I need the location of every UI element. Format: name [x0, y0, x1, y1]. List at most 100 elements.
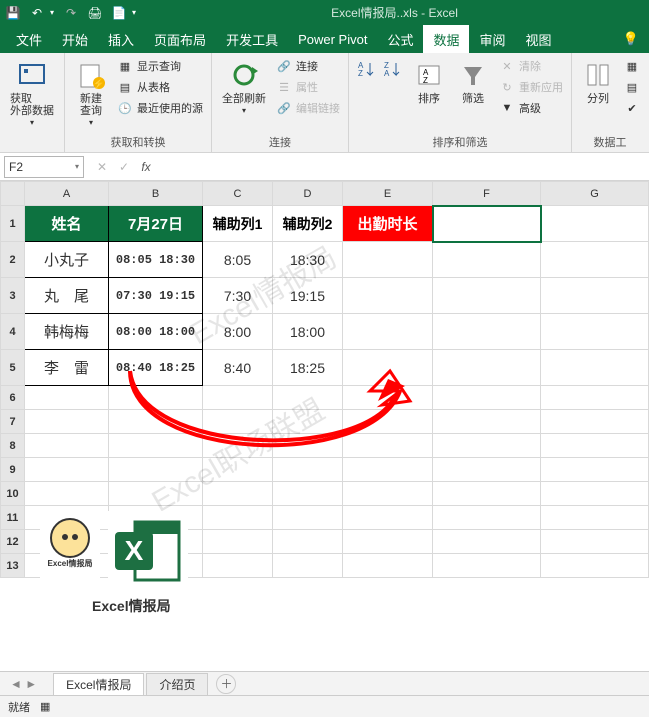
new-query-button[interactable]: ⚡ 新建 查询 ▾ [71, 57, 111, 130]
add-sheet-button[interactable]: ＋ [216, 674, 236, 694]
from-table-button[interactable]: ▤ 从表格 [115, 78, 205, 96]
cell[interactable] [343, 278, 433, 314]
cell[interactable]: 出勤时长 [343, 206, 433, 242]
name-box-caret-icon[interactable]: ▾ [75, 162, 79, 171]
cell[interactable] [343, 242, 433, 278]
select-all-corner[interactable] [1, 182, 25, 206]
cell[interactable] [343, 554, 433, 578]
cell[interactable] [203, 482, 273, 506]
cell[interactable] [433, 410, 541, 434]
cell[interactable] [541, 410, 649, 434]
cell[interactable] [25, 434, 109, 458]
tab-developer[interactable]: 开发工具 [216, 25, 288, 53]
tab-home[interactable]: 开始 [52, 25, 98, 53]
sort-button[interactable]: AZ 排序 [409, 57, 449, 107]
undo-caret-icon[interactable]: ▾ [50, 8, 54, 17]
cell[interactable] [203, 386, 273, 410]
cell[interactable] [541, 554, 649, 578]
cell[interactable]: 韩梅梅 [25, 314, 109, 350]
cell[interactable] [343, 386, 433, 410]
show-queries-button[interactable]: ▦ 显示查询 [115, 57, 205, 75]
cell[interactable] [273, 482, 343, 506]
row-header[interactable]: 3 [1, 278, 25, 314]
cell[interactable] [273, 530, 343, 554]
col-header[interactable]: E [343, 182, 433, 206]
refresh-all-button[interactable]: 全部刷新 ▾ [218, 57, 270, 118]
cell[interactable] [203, 506, 273, 530]
cell[interactable] [273, 386, 343, 410]
clear-filter-button[interactable]: ✕ 清除 [497, 57, 565, 75]
recent-sources-button[interactable]: 🕒 最近使用的源 [115, 99, 205, 117]
cell[interactable] [541, 206, 649, 242]
row-header[interactable]: 4 [1, 314, 25, 350]
row-header[interactable]: 13 [1, 554, 25, 578]
cell[interactable]: 19:15 [273, 278, 343, 314]
col-header[interactable]: G [541, 182, 649, 206]
cell[interactable] [25, 386, 109, 410]
col-header[interactable]: D [273, 182, 343, 206]
cell[interactable] [541, 434, 649, 458]
cell[interactable]: 08:00 18:00 [109, 314, 203, 350]
col-header[interactable]: B [109, 182, 203, 206]
formula-input[interactable] [162, 156, 649, 178]
filter-button[interactable]: 筛选 [453, 57, 493, 107]
tab-insert[interactable]: 插入 [98, 25, 144, 53]
tab-powerpivot[interactable]: Power Pivot [288, 25, 377, 53]
redo-icon[interactable]: ↷ [64, 6, 78, 20]
cell[interactable] [273, 554, 343, 578]
cell[interactable] [343, 530, 433, 554]
cell[interactable]: 辅助列2 [273, 206, 343, 242]
advanced-filter-button[interactable]: ▼ 高级 [497, 99, 565, 117]
cell[interactable] [433, 314, 541, 350]
cell[interactable] [343, 506, 433, 530]
cell[interactable] [343, 350, 433, 386]
col-header[interactable]: F [433, 182, 541, 206]
connections-button[interactable]: 🔗 连接 [274, 57, 342, 75]
qat-extra2-icon[interactable]: 📄 [112, 6, 126, 20]
cell[interactable]: 8:00 [203, 314, 273, 350]
undo-icon[interactable]: ↶ [30, 6, 44, 20]
cell[interactable] [433, 530, 541, 554]
cell[interactable] [433, 482, 541, 506]
cell[interactable] [541, 458, 649, 482]
sheet-tab-active[interactable]: Excel情报局 [53, 673, 144, 695]
sort-asc-button[interactable]: AZ [355, 57, 379, 81]
cell[interactable] [433, 278, 541, 314]
cell[interactable] [203, 458, 273, 482]
tab-page-layout[interactable]: 页面布局 [144, 25, 216, 53]
qat-extra1-icon[interactable]: 🖨 [88, 6, 102, 20]
cell[interactable]: 辅助列1 [203, 206, 273, 242]
cell[interactable]: 18:00 [273, 314, 343, 350]
cell[interactable] [203, 554, 273, 578]
cell[interactable]: 7月27日 [109, 206, 203, 242]
tab-review[interactable]: 审阅 [469, 25, 515, 53]
cell[interactable] [433, 458, 541, 482]
cell[interactable] [273, 434, 343, 458]
cell[interactable] [433, 434, 541, 458]
cell[interactable]: 8:05 [203, 242, 273, 278]
cell[interactable] [109, 458, 203, 482]
row-header[interactable]: 6 [1, 386, 25, 410]
cell[interactable]: 18:25 [273, 350, 343, 386]
cell[interactable] [433, 206, 541, 242]
name-box[interactable]: F2 ▾ [4, 156, 84, 178]
edit-links-button[interactable]: 🔗 编辑链接 [274, 99, 342, 117]
tell-me-icon[interactable]: 💡 [613, 25, 649, 53]
row-header[interactable]: 8 [1, 434, 25, 458]
cell[interactable] [343, 434, 433, 458]
get-external-data-button[interactable]: 获取 外部数据 ▾ [6, 57, 58, 130]
cell[interactable]: 08:05 18:30 [109, 242, 203, 278]
cell[interactable] [433, 554, 541, 578]
tab-file[interactable]: 文件 [6, 25, 52, 53]
enter-icon[interactable]: ✓ [114, 160, 134, 174]
properties-button[interactable]: ☰ 属性 [274, 78, 342, 96]
cell[interactable] [25, 410, 109, 434]
cell[interactable] [203, 410, 273, 434]
sort-desc-button[interactable]: ZA [381, 57, 405, 81]
row-header[interactable]: 12 [1, 530, 25, 554]
cell[interactable]: 18:30 [273, 242, 343, 278]
row-header[interactable]: 11 [1, 506, 25, 530]
cell[interactable] [203, 434, 273, 458]
cell[interactable] [25, 458, 109, 482]
sheet-tab[interactable]: 介绍页 [146, 673, 208, 695]
